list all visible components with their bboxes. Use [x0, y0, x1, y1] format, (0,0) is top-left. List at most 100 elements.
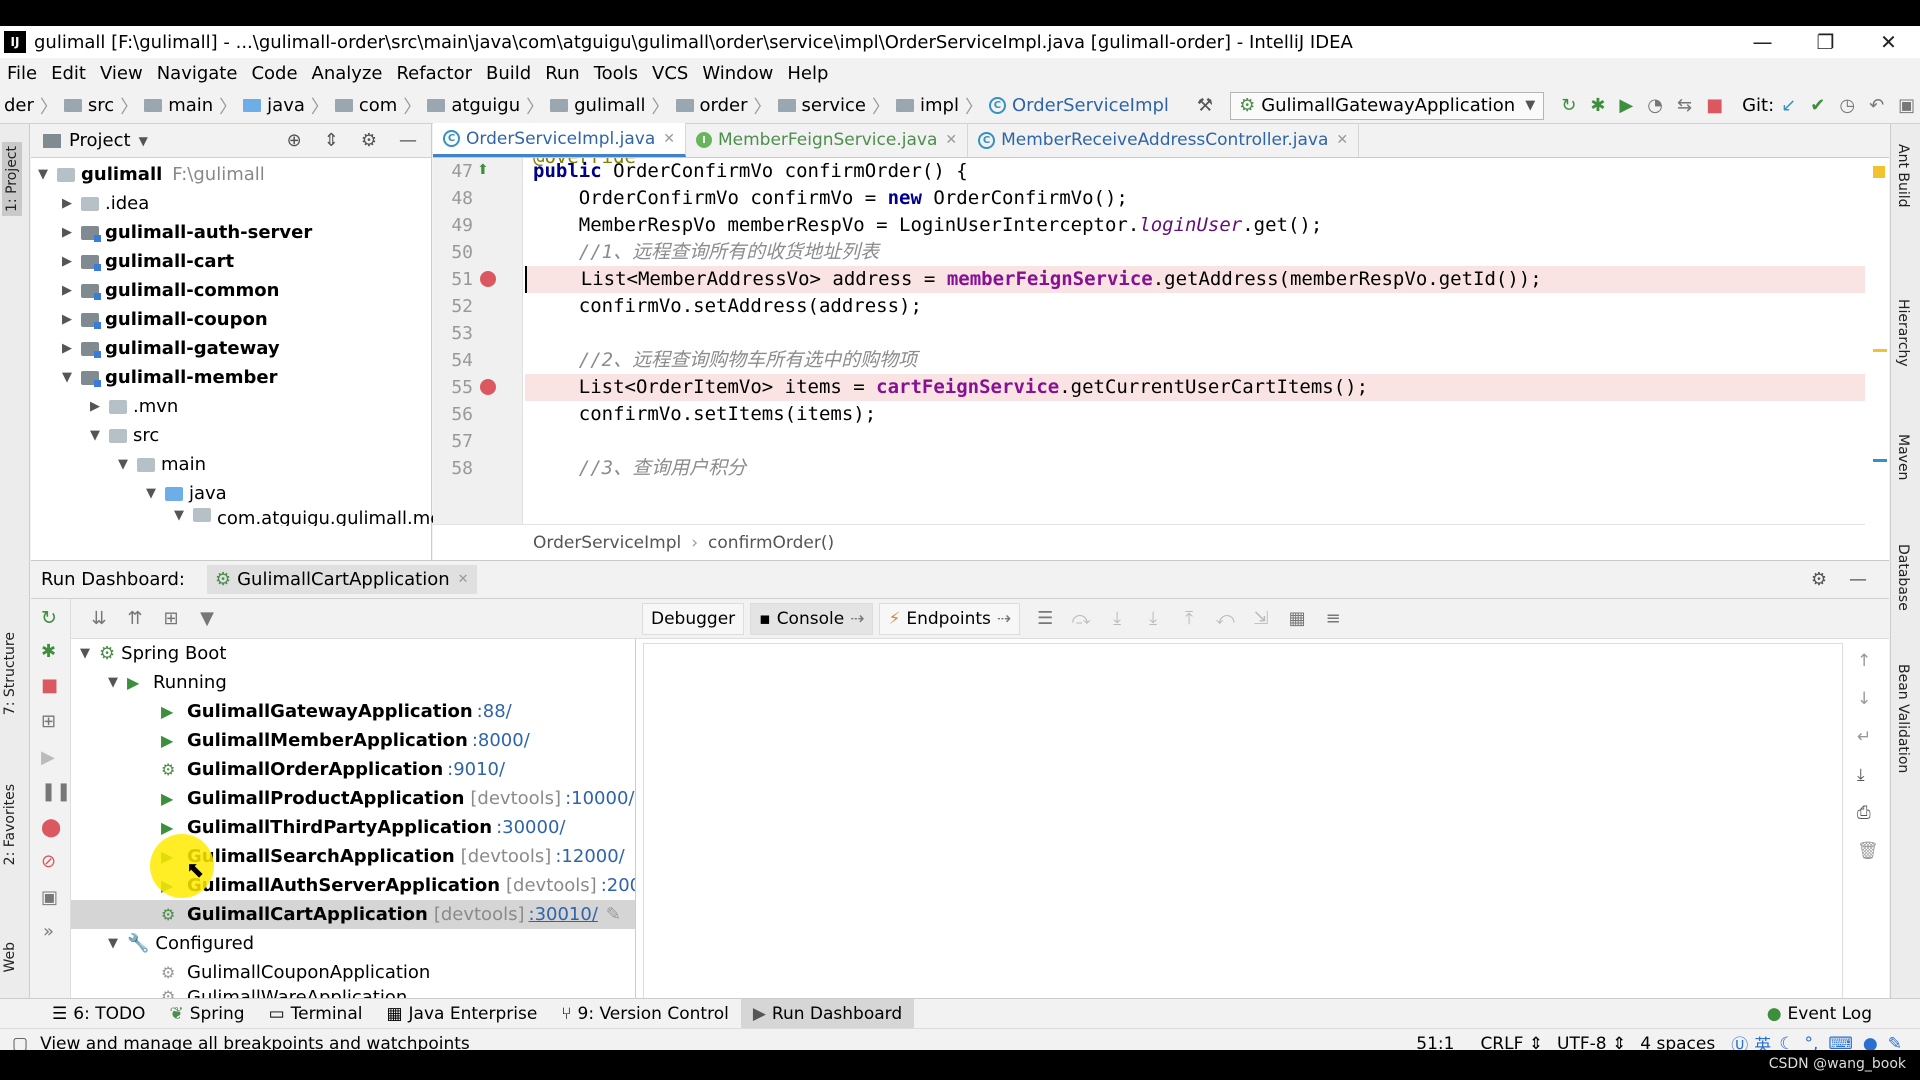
editor-breadcrumb-class[interactable]: OrderServiceImpl [533, 533, 681, 553]
tool-tab-terminal[interactable]: ▭ Terminal [257, 999, 375, 1029]
hide-icon[interactable]: — [399, 130, 417, 151]
keyboard-icon[interactable]: ⌨ [1828, 1034, 1853, 1051]
menu-tools[interactable]: Tools [587, 63, 645, 84]
menu-analyze[interactable]: Analyze [305, 63, 390, 84]
app-row[interactable]: ▶GulimallAuthServerApplication[devtools]… [161, 871, 635, 900]
tree-item[interactable]: ▼ gulimall-member [59, 363, 277, 392]
app-port-link[interactable]: :30010/ [529, 904, 598, 925]
pause-icon[interactable]: ❚❚ [41, 781, 71, 802]
close-tab-icon[interactable]: ✕ [945, 132, 957, 148]
tool-tab-java-enterprise[interactable]: ▦ Java Enterprise [374, 999, 549, 1029]
app-row[interactable]: ⚙ GulimallOrderApplication:9010/ [161, 755, 505, 784]
project-structure-icon[interactable]: ▣ [1898, 95, 1915, 117]
chevron-down-icon[interactable]: ▼ [139, 134, 148, 148]
git-commit-icon[interactable]: ✔ [1810, 95, 1825, 117]
scroll-to-end-icon[interactable]: ⤓ [1857, 765, 1879, 785]
profile-icon[interactable]: ◔ [1647, 95, 1663, 117]
ime-language[interactable]: 英 [1754, 1031, 1771, 1050]
collapse-all-icon[interactable]: ⇈ [124, 608, 146, 630]
edit-pencil-icon[interactable]: ✎ [606, 904, 621, 925]
close-tab-icon[interactable]: ✕ [663, 131, 675, 147]
locate-icon[interactable]: ⊕ [287, 130, 302, 151]
git-rollback-icon[interactable]: ↶ [1869, 95, 1884, 117]
trash-icon[interactable]: 🗑 [1857, 841, 1879, 861]
app-port-link[interactable]: :10000/ [565, 788, 634, 809]
soft-wrap-icon[interactable]: ↵ [1857, 727, 1879, 747]
drop-frame-icon[interactable]: ⤺ [1214, 608, 1236, 630]
indent-select[interactable]: 4 spaces [1640, 1034, 1715, 1051]
breadcrumb-item[interactable]: impl [892, 95, 963, 116]
app-row[interactable]: ▶ GulimallProductApplication [devtools]:10… [161, 784, 634, 813]
editor-breadcrumb-method[interactable]: confirmOrder() [708, 533, 834, 553]
tool-tab-run-dashboard[interactable]: ▶ Run Dashboard [740, 998, 915, 1029]
menu-code[interactable]: Code [244, 63, 304, 84]
breadcrumb-item[interactable]: java [239, 95, 309, 116]
ime-icon[interactable]: Ⓤ [1731, 1031, 1748, 1050]
tab-debugger[interactable]: Debugger [642, 602, 745, 635]
debug-bug-icon[interactable]: ✱ [1590, 95, 1605, 117]
app-row-selected[interactable]: ⚙ GulimallCartApplication [devtools]:30010… [71, 900, 635, 929]
app-port-link[interactable]: :20000/ [601, 875, 635, 896]
tree-group-spring-boot[interactable]: ▼ ⚙ Spring Boot [77, 639, 226, 668]
build-hammer-icon[interactable]: ⚒ [1197, 95, 1213, 117]
step-out-icon[interactable]: ⤒ [1178, 608, 1200, 630]
step-into-icon[interactable]: ⤓ [1106, 608, 1128, 630]
group-by-icon[interactable]: ⊞ [160, 608, 182, 630]
breakpoint-icon[interactable] [480, 271, 496, 287]
rerun-icon[interactable]: ↻ [41, 607, 57, 629]
resume-icon[interactable]: ▶ [41, 747, 55, 768]
run-to-cursor-icon[interactable]: ⇲ [1250, 608, 1272, 630]
editor-tab[interactable]: C MemberReceiveAddressController.java ✕ [968, 123, 1360, 157]
tab-endpoints[interactable]: ⚡ Endpoints ⇢ [879, 602, 1021, 635]
tree-item[interactable]: ▶ gulimall-auth-server [59, 218, 312, 247]
filter-icon[interactable]: ▼ [196, 608, 218, 630]
app-row[interactable]: ▶GulimallSearchApplication[devtools]:120… [161, 842, 625, 871]
print-icon[interactable]: ⎙ [1857, 803, 1879, 823]
gear-icon[interactable]: ⚙ [361, 130, 377, 151]
menu-help[interactable]: Help [780, 63, 835, 84]
editor-tab[interactable]: C OrderServiceImpl.java ✕ [433, 123, 686, 157]
override-marker-icon[interactable]: ⬆ [477, 162, 489, 178]
code-area[interactable]: @Override public OrderConfirmVo confirmO… [525, 158, 1865, 524]
tool-tab-favorites[interactable]: 2: Favorites [2, 784, 18, 865]
camera-icon[interactable]: ▣ [41, 887, 58, 908]
tool-tab-version-control[interactable]: ⑂ 9: Version Control [549, 999, 741, 1029]
breadcrumb-item[interactable]: gulimall [546, 95, 649, 116]
close-tab-icon[interactable]: ✕ [1336, 132, 1348, 148]
tool-tab-todo[interactable]: ☰ 6: TODO [40, 999, 157, 1029]
debug-bug-icon[interactable]: ✱ [41, 641, 56, 662]
view-breakpoints-icon[interactable]: ⬤ [41, 817, 61, 838]
tree-item[interactable]: ▶ gulimall-cart [59, 247, 234, 276]
expand-all-icon[interactable]: ⇊ [88, 608, 110, 630]
tree-group-running[interactable]: ▼ ▶ Running [105, 668, 227, 697]
more-icon[interactable]: » [43, 921, 54, 942]
breadcrumb-item[interactable]: src [60, 95, 118, 116]
run-dashboard-tab[interactable]: ⚙ GulimallCartApplication ✕ [206, 565, 477, 594]
minimize-button[interactable]: — [1731, 30, 1794, 54]
tool-tab-database[interactable]: Database [1895, 544, 1911, 611]
tab-console[interactable]: ▪ Console ⇢ [750, 602, 874, 635]
breadcrumb-item[interactable]: order [672, 95, 752, 116]
tree-item[interactable]: ▼ src [87, 421, 159, 450]
menu-file[interactable]: File [0, 63, 44, 84]
menu-window[interactable]: Window [695, 63, 780, 84]
event-log-button[interactable]: ● Event Log [1755, 999, 1884, 1029]
breadcrumb-item[interactable]: main [140, 95, 217, 116]
punctuation-icon[interactable]: °, [1804, 1034, 1818, 1051]
error-stripe-marker[interactable] [1873, 459, 1887, 462]
rerun-icon[interactable]: ↻ [1561, 95, 1576, 117]
moon-icon[interactable]: ☾ [1779, 1034, 1794, 1051]
menu-edit[interactable]: Edit [44, 63, 93, 84]
app-port-link[interactable]: :88/ [477, 701, 512, 722]
git-update-icon[interactable]: ↙ [1781, 95, 1796, 117]
breakpoint-icon[interactable] [480, 379, 496, 395]
tool-tab-project[interactable]: 1: Project [2, 142, 22, 216]
line-separator-select[interactable]: CRLF ⇕ [1480, 1034, 1543, 1051]
force-step-into-icon[interactable]: ⤓ [1142, 608, 1164, 630]
app-port-link[interactable]: :9010/ [447, 759, 505, 780]
menu-build[interactable]: Build [479, 63, 538, 84]
breadcrumb-item[interactable]: der [0, 95, 38, 116]
tool-tab-bean-validation[interactable]: Bean Validation [1895, 664, 1911, 773]
tree-item[interactable]: ▶ .idea [59, 189, 149, 218]
restore-button[interactable]: ❐ [1794, 30, 1857, 54]
